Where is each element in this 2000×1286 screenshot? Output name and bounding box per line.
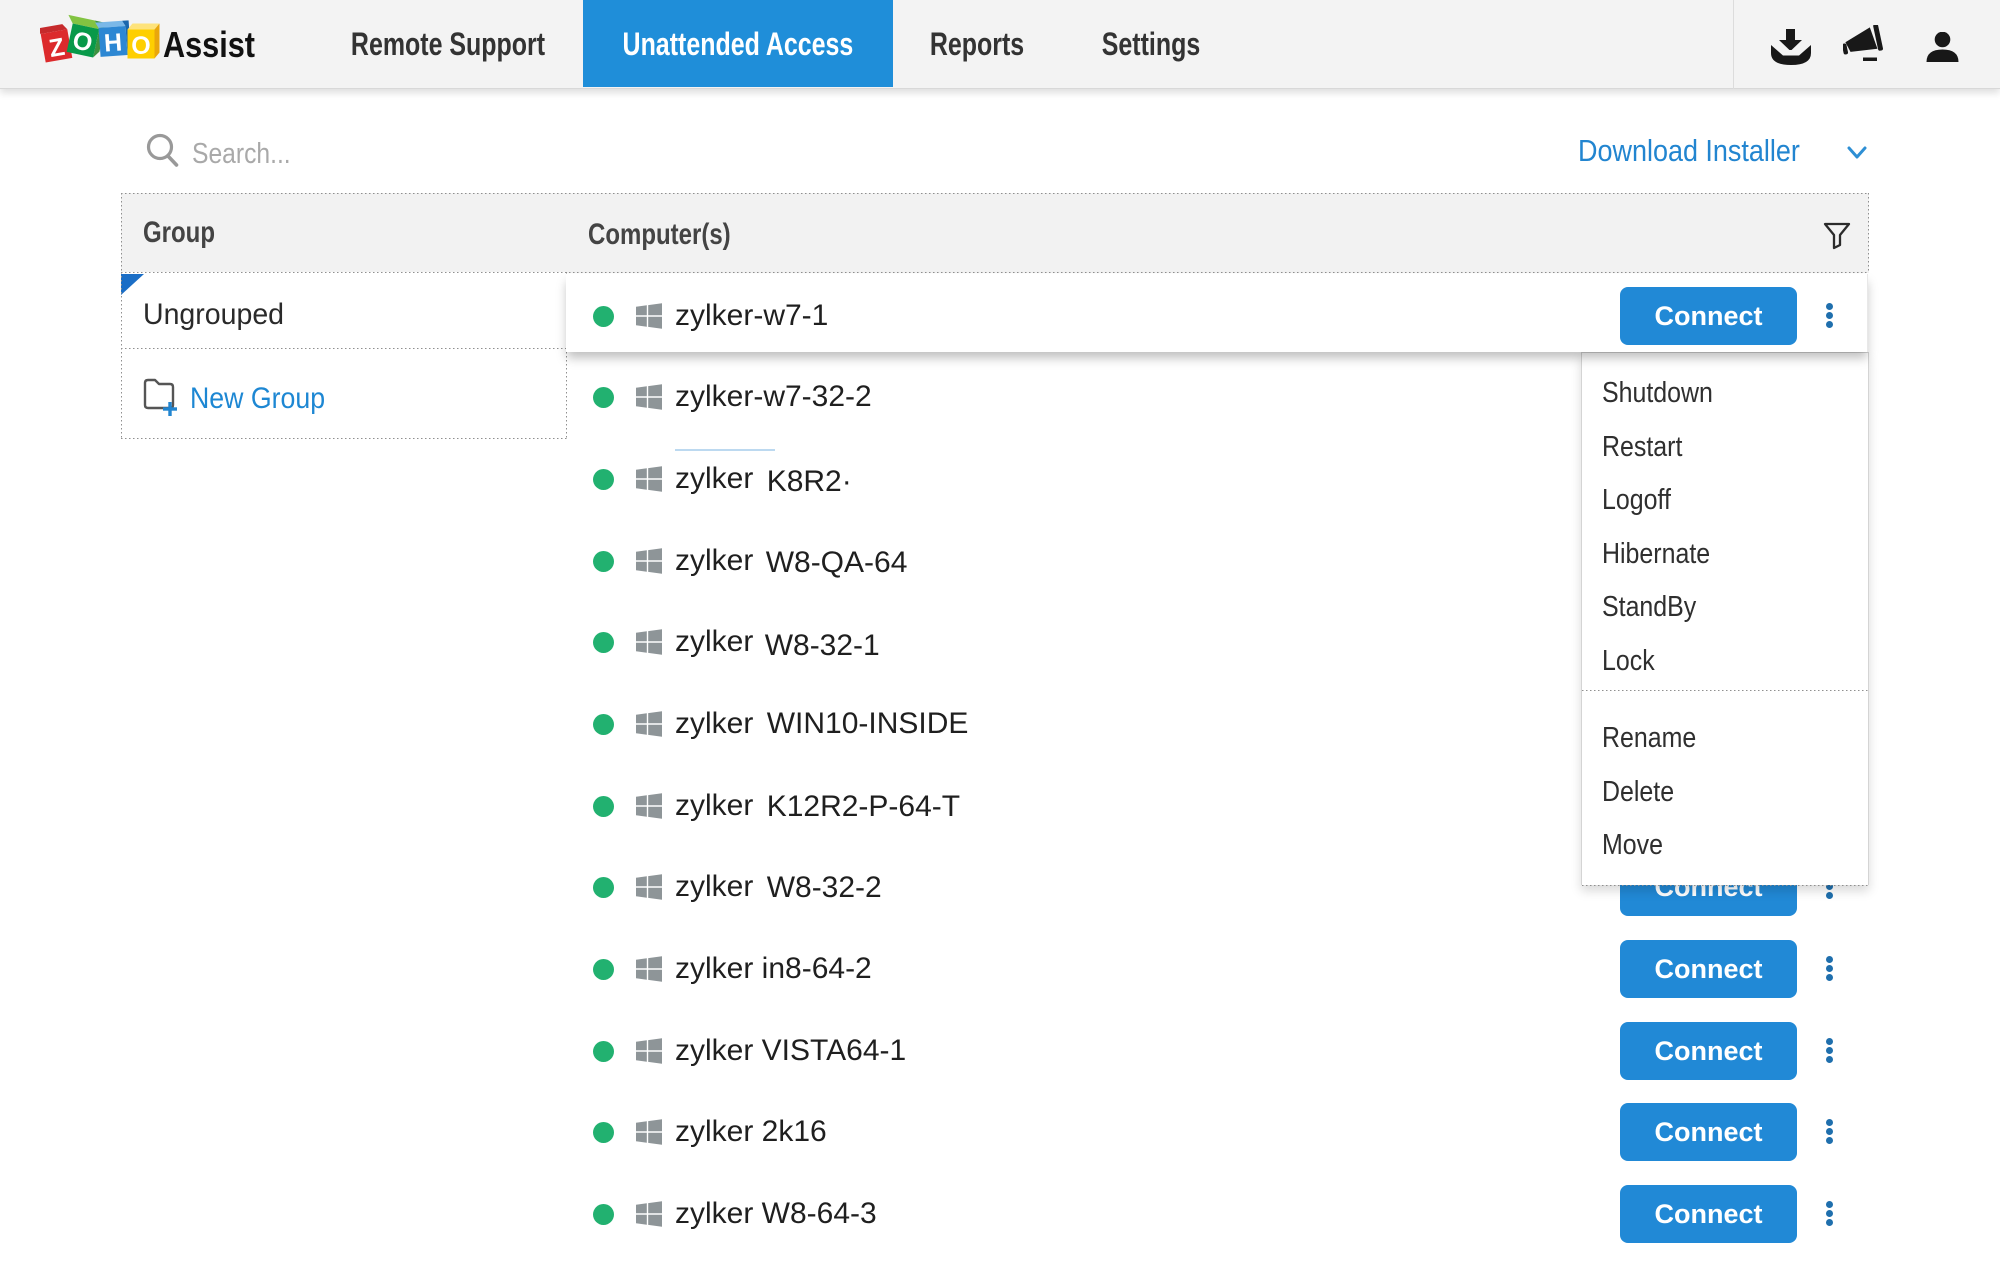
svg-text:H: H bbox=[103, 28, 123, 57]
svg-text:O: O bbox=[131, 32, 150, 60]
svg-text:Assist: Assist bbox=[163, 24, 255, 65]
